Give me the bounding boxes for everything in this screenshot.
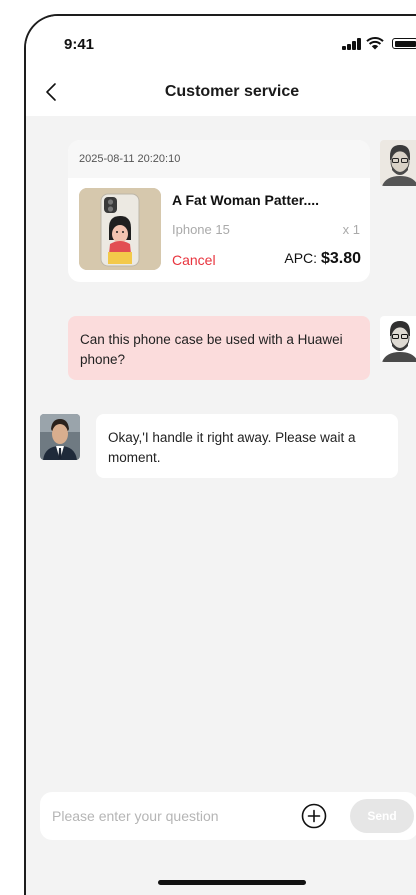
question-input[interactable] (52, 804, 282, 828)
page-title: Customer service (164, 83, 300, 100)
order-datetime: 2025-08-11 20:20:10 (68, 140, 370, 178)
sketch-man-avatar-icon (380, 316, 416, 362)
cancel-button[interactable]: Cancel (172, 252, 216, 268)
product-model: Iphone 15 (172, 222, 230, 237)
cropped-title-glyphs: ▔▔▔▔ (92, 0, 172, 13)
apc-label: APC: (284, 250, 321, 266)
phone-screen: 9:41 Customer service 2025-08-11 20:20:1… (24, 14, 416, 895)
signal-icon (342, 38, 362, 50)
wifi-icon (366, 37, 384, 50)
apc-price: APC: $3.80 (284, 250, 361, 268)
product-thumbnail (79, 188, 161, 270)
product-name[interactable]: A Fat Woman Patter.... (172, 192, 319, 208)
product-quantity: x 1 (342, 222, 360, 237)
businessman-avatar-icon (40, 414, 80, 460)
composer-bar: Send (40, 792, 416, 840)
plus-circle-icon[interactable] (300, 802, 328, 830)
send-button[interactable]: Send (350, 799, 414, 833)
agent-avatar (40, 414, 80, 460)
agent-message-bubble: Okay,'I handle it right away. Please wai… (96, 414, 398, 478)
apc-value: $3.80 (320, 250, 361, 267)
battery-icon (392, 38, 416, 49)
status-time: 9:41 (64, 36, 95, 53)
sketch-man-avatar-icon (380, 140, 416, 186)
header: 9:41 Customer service (26, 16, 416, 116)
user-avatar (380, 316, 416, 362)
home-indicator (158, 880, 306, 885)
order-card[interactable]: 2025-08-11 20:20:10 A Fat Woman Patter..… (68, 140, 370, 282)
cropped-page-title: ▔▔▔▔ (0, 0, 416, 14)
user-avatar (380, 140, 416, 186)
user-message-bubble: Can this phone case be used with a Huawe… (68, 316, 370, 380)
phone-case-image-icon (79, 188, 161, 270)
